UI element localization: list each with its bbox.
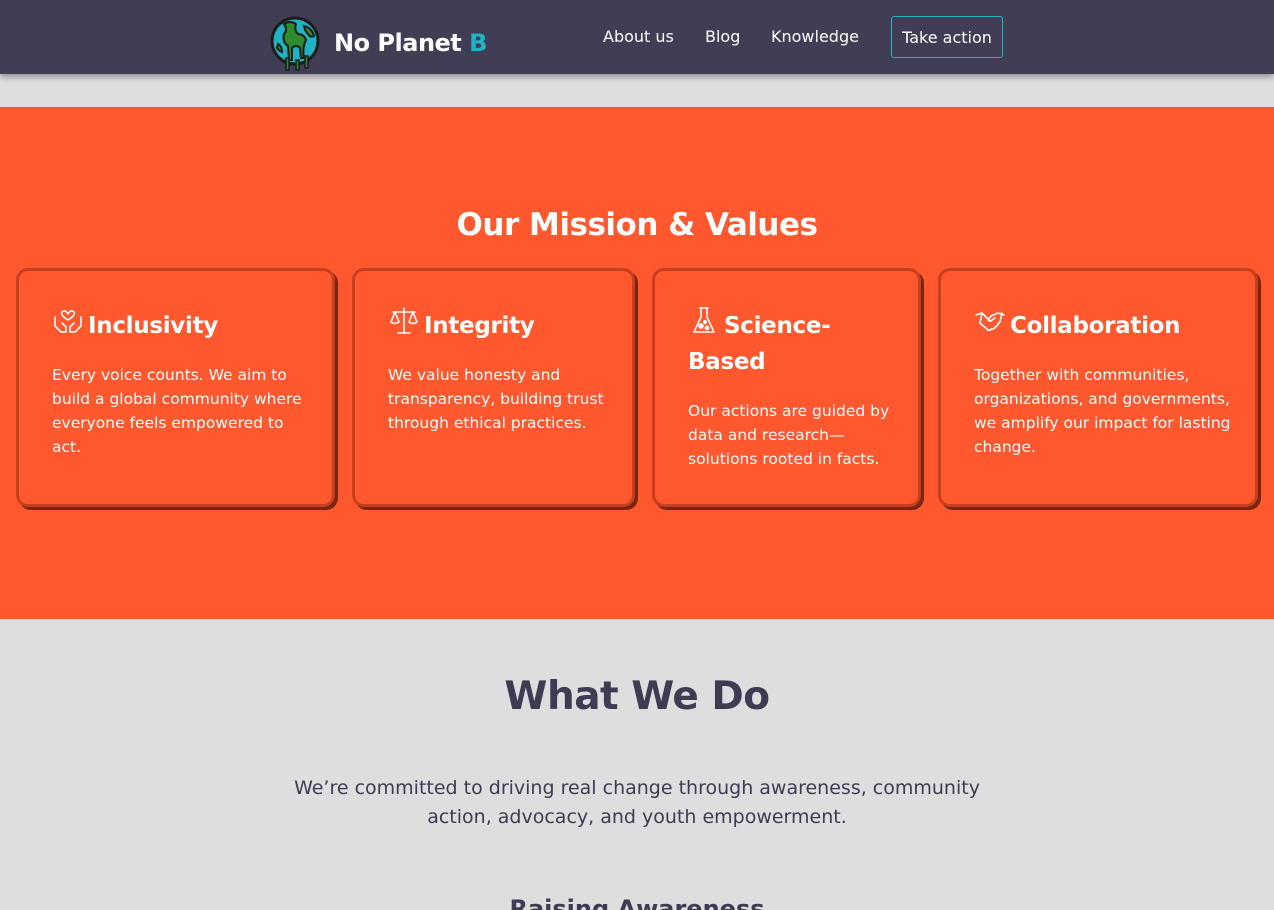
mission-section: Our Mission & Values Inclusivity Every v… [0, 107, 1274, 619]
brand-name-text: No Planet [334, 29, 470, 57]
value-card-text: Our actions are guided by data and resea… [688, 402, 890, 468]
what-we-do-item-title: Raising Awareness [509, 895, 765, 910]
value-card-integrity: Integrity We value honesty and transpare… [352, 268, 635, 507]
value-card-text: Every voice counts. We aim to build a gl… [52, 366, 302, 456]
value-card-heading: Collaboration [974, 305, 1235, 344]
value-card-inclusivity: Inclusivity Every voice counts. We aim t… [16, 268, 335, 507]
value-card-heading: Inclusivity [52, 305, 312, 344]
value-card-title: Integrity [424, 313, 535, 339]
value-card-heading: Integrity [388, 305, 612, 344]
handshake-icon [975, 312, 1005, 332]
nav-link-blog[interactable]: Blog [705, 27, 740, 46]
value-card-collaboration: Collaboration Together with communities,… [938, 268, 1258, 507]
flask-icon [693, 307, 715, 333]
value-card-title: Collaboration [1010, 313, 1181, 339]
what-we-do-title: What We Do [504, 674, 770, 719]
value-card-title: Inclusivity [88, 313, 218, 339]
globe-logo-icon [270, 16, 320, 71]
what-we-do-description: We’re committed to driving real change t… [294, 777, 980, 828]
brand-name-accent: B [469, 29, 487, 57]
top-navbar: No Planet B About us Blog Knowledge Take… [0, 0, 1274, 74]
brand-name: No Planet B [334, 29, 487, 57]
nav-link-knowledge[interactable]: Knowledge [771, 27, 859, 46]
nav-link-about-us[interactable]: About us [603, 27, 674, 46]
value-card-text: We value honesty and transparency, build… [388, 366, 604, 432]
value-card-text: Together with communities, organizations… [974, 366, 1231, 456]
value-card-heading: Science-Based [688, 305, 878, 380]
heart-hands-icon [54, 310, 82, 333]
mission-title: Our Mission & Values [456, 207, 818, 243]
scales-icon [390, 307, 418, 334]
take-action-button[interactable]: Take action [891, 16, 1003, 58]
value-card-science-based: Science-Based Our actions are guided by … [652, 268, 921, 507]
brand-logo-link[interactable]: No Planet B [270, 14, 487, 72]
